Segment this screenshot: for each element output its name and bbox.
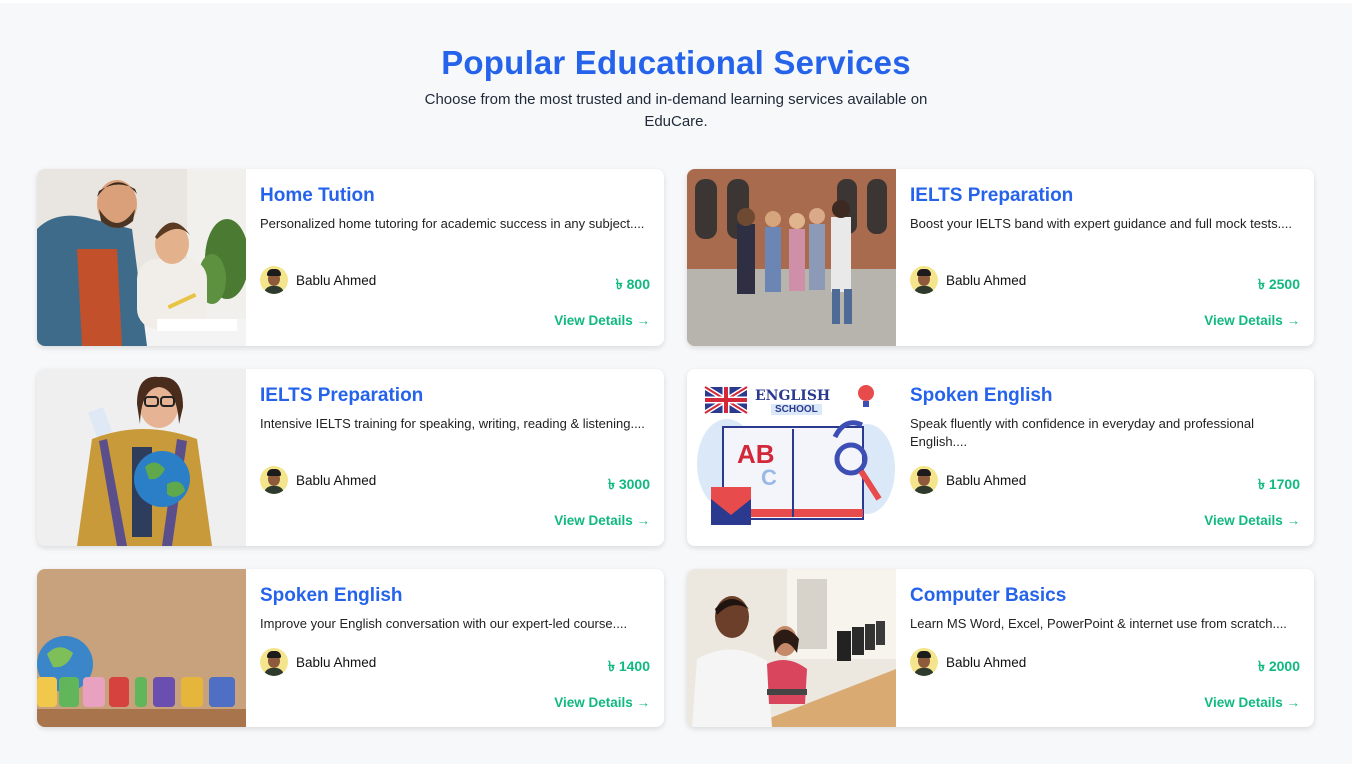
avatar	[910, 648, 938, 676]
computer-lab-photo	[687, 569, 896, 727]
author-name: Bablu Ahmed	[296, 272, 377, 288]
price-label: ৳ 2500	[1257, 276, 1300, 292]
view-details-link[interactable]: View Details →	[554, 313, 650, 328]
author-name: Bablu Ahmed	[946, 472, 1027, 488]
card-title[interactable]: IELTS Preparation	[910, 185, 1073, 207]
tutor-with-student-photo	[37, 169, 246, 346]
illustration-letter-c: C	[761, 465, 777, 490]
card-body: Computer Basics Learn MS Word, Excel, Po…	[896, 569, 1314, 727]
card-author: Bablu Ahmed	[910, 648, 1026, 676]
card-author: Bablu Ahmed	[260, 466, 376, 494]
price-label: ৳ 800	[615, 276, 650, 292]
avatar	[260, 648, 288, 676]
card-body: Spoken English Speak fluently with confi…	[896, 369, 1314, 546]
price-label: ৳ 2000	[1257, 658, 1300, 674]
card-title[interactable]: Home Tution	[260, 185, 375, 207]
view-details-link[interactable]: View Details →	[554, 695, 650, 710]
card-description: Personalized home tutoring for academic …	[260, 216, 645, 231]
avatar	[910, 466, 938, 494]
card-title[interactable]: Spoken English	[910, 385, 1053, 407]
price-label: ৳ 1700	[1257, 476, 1300, 492]
card-title[interactable]: IELTS Preparation	[260, 385, 423, 407]
english-school-illustration: ENGLISH SCHOOL AB C	[687, 369, 896, 546]
card-description: Speak fluently with confidence in everyd…	[910, 416, 1254, 449]
price-label: ৳ 3000	[607, 476, 650, 492]
card-body: IELTS Preparation Boost your IELTS band …	[896, 169, 1314, 346]
card-author: Bablu Ahmed	[910, 266, 1026, 294]
card-title[interactable]: Computer Basics	[910, 585, 1066, 607]
english-letters-photo	[37, 569, 246, 727]
card-description: Learn MS Word, Excel, PowerPoint & inter…	[910, 616, 1287, 631]
card-body: Spoken English Improve your English conv…	[246, 569, 664, 727]
view-details-link[interactable]: View Details →	[1204, 513, 1300, 528]
service-card[interactable]: Spoken English Improve your English conv…	[37, 569, 664, 727]
card-body: Home Tution Personalized home tutoring f…	[246, 169, 664, 346]
section-title: Popular Educational Services	[441, 44, 911, 81]
card-title[interactable]: Spoken English	[260, 585, 403, 607]
illustration-brand-subtext: SCHOOL	[771, 404, 822, 415]
avatar	[910, 266, 938, 294]
service-card[interactable]: Home Tution Personalized home tutoring f…	[37, 169, 664, 346]
service-card[interactable]: IELTS Preparation Boost your IELTS band …	[687, 169, 1314, 346]
card-author: Bablu Ahmed	[910, 466, 1026, 494]
author-name: Bablu Ahmed	[296, 472, 377, 488]
author-name: Bablu Ahmed	[296, 654, 377, 670]
author-name: Bablu Ahmed	[946, 654, 1027, 670]
section-subtitle: Choose from the most trusted and in-dema…	[424, 91, 928, 130]
view-details-link[interactable]: View Details →	[554, 513, 650, 528]
author-name: Bablu Ahmed	[946, 272, 1027, 288]
woman-holding-globe-photo	[37, 369, 246, 546]
card-description: Intensive IELTS training for speaking, w…	[260, 416, 645, 431]
price-label: ৳ 1400	[607, 658, 650, 674]
top-bar	[0, 0, 1352, 3]
service-card[interactable]: Computer Basics Learn MS Word, Excel, Po…	[687, 569, 1314, 727]
students-walking-campus-photo	[687, 169, 896, 346]
service-card[interactable]: IELTS Preparation Intensive IELTS traini…	[37, 369, 664, 546]
services-page: Popular Educational Services Choose from…	[0, 0, 1352, 764]
card-description: Improve your English conversation with o…	[260, 616, 628, 631]
view-details-link[interactable]: View Details →	[1204, 695, 1300, 710]
avatar	[260, 266, 288, 294]
service-card[interactable]: ENGLISH SCHOOL AB C Spoken English Speak…	[687, 369, 1314, 546]
card-description: Boost your IELTS band with expert guidan…	[910, 216, 1293, 231]
card-author: Bablu Ahmed	[260, 648, 376, 676]
card-author: Bablu Ahmed	[260, 266, 376, 294]
avatar	[260, 466, 288, 494]
illustration-brand-text: ENGLISH	[755, 388, 831, 404]
card-body: IELTS Preparation Intensive IELTS traini…	[246, 369, 664, 546]
view-details-link[interactable]: View Details →	[1204, 313, 1300, 328]
